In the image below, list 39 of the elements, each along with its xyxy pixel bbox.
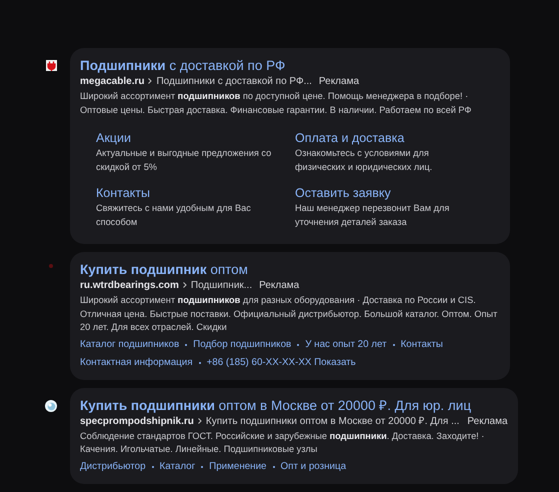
sitelink-description: Наш менеджер перезвонит Вам для уточнения деталей заказа xyxy=(295,202,450,229)
sitelink-description: Свяжитесь с нами удобным для Вас способом xyxy=(96,202,252,228)
ad-breadcrumb: Подшипник... xyxy=(190,279,252,293)
chevron-icon xyxy=(182,282,187,288)
sitelink[interactable]: Оставить заявку xyxy=(295,186,391,200)
plug-icon xyxy=(46,60,56,71)
sitelink[interactable]: Подбор подшипников xyxy=(193,336,292,352)
ad-domain: specprompodshipnik.ru xyxy=(80,414,194,428)
favicon-icon xyxy=(49,264,53,268)
ad-domain: megacable.ru xyxy=(80,75,144,89)
ad-domain: ru.wtrdbearings.com xyxy=(80,279,179,293)
sitelink[interactable]: Контакты xyxy=(400,336,443,352)
sitelink[interactable]: У нас опыт 20 лет xyxy=(305,336,387,352)
sitelink[interactable]: Акции xyxy=(96,131,131,145)
sitelink-description: Актуальные и выгодные предложения со скидкой от 5% xyxy=(96,147,272,174)
ad-title-link[interactable]: Подшипники с доставкой по РФ xyxy=(80,58,286,73)
sitelink[interactable]: Дистрибьютор xyxy=(80,458,146,474)
sitelink[interactable]: Каталог подшипников xyxy=(80,336,180,352)
sitelink[interactable]: Контактная информация xyxy=(80,354,193,370)
sitelink[interactable]: Опт и розница xyxy=(280,458,346,474)
sitelink[interactable]: Контакты xyxy=(96,186,150,200)
ad-breadcrumb: Подшипники с доставкой по РФ... xyxy=(156,75,312,89)
chevron-icon xyxy=(148,78,152,84)
sitelink[interactable]: +86 (185) 60-XX-XX-XX Показать xyxy=(206,354,356,370)
ad-label: Реклама xyxy=(466,414,508,428)
chevron-icon xyxy=(198,418,202,424)
ad-description: Широкий ассортимент подшипников для разных оборудования · Доставка по России и CIS. Отличная цена. Быстрые поставки. Официальный дистрибьютор. Большой каталог. Оптом. Опыт 20 лет. Для всех отраслей. Скидки xyxy=(80,294,498,334)
ad-title-link[interactable]: Купить подшипники оптом в Москве от 20000 ₽. Для юр. лиц xyxy=(80,398,472,412)
ad-description: Соблюдение стандартов ГОСТ. Российские и зарубежные подшипники. Доставка. Заходите! · Качения. Игольчатые. Линейные. Подшипниковые узлы xyxy=(80,430,486,456)
ad-title-link[interactable]: Купить подшипник оптом xyxy=(80,262,248,277)
ad-breadcrumb: Купить подшипники оптом в Москве от 20000 ₽. Для ... xyxy=(206,414,460,428)
sitelink[interactable]: Оплата и доставка xyxy=(295,131,404,145)
sitelink[interactable]: Каталог xyxy=(160,458,196,474)
ad-description: Широкий ассортимент подшипников по доступной цене. Помощь менеджера в подборе! · Оптовые цены. Быстрая доставка. Финансовые гарантии. В наличии. Работаем по всей РФ xyxy=(80,90,472,117)
sitelink[interactable]: Применение xyxy=(209,458,267,474)
globe-icon xyxy=(45,400,57,412)
sitelink-description: Ознакомьтесь с условиями для физических и юридических лиц. xyxy=(295,147,434,174)
ad-label: Реклама xyxy=(318,75,360,89)
ad-label: Реклама xyxy=(259,279,300,293)
